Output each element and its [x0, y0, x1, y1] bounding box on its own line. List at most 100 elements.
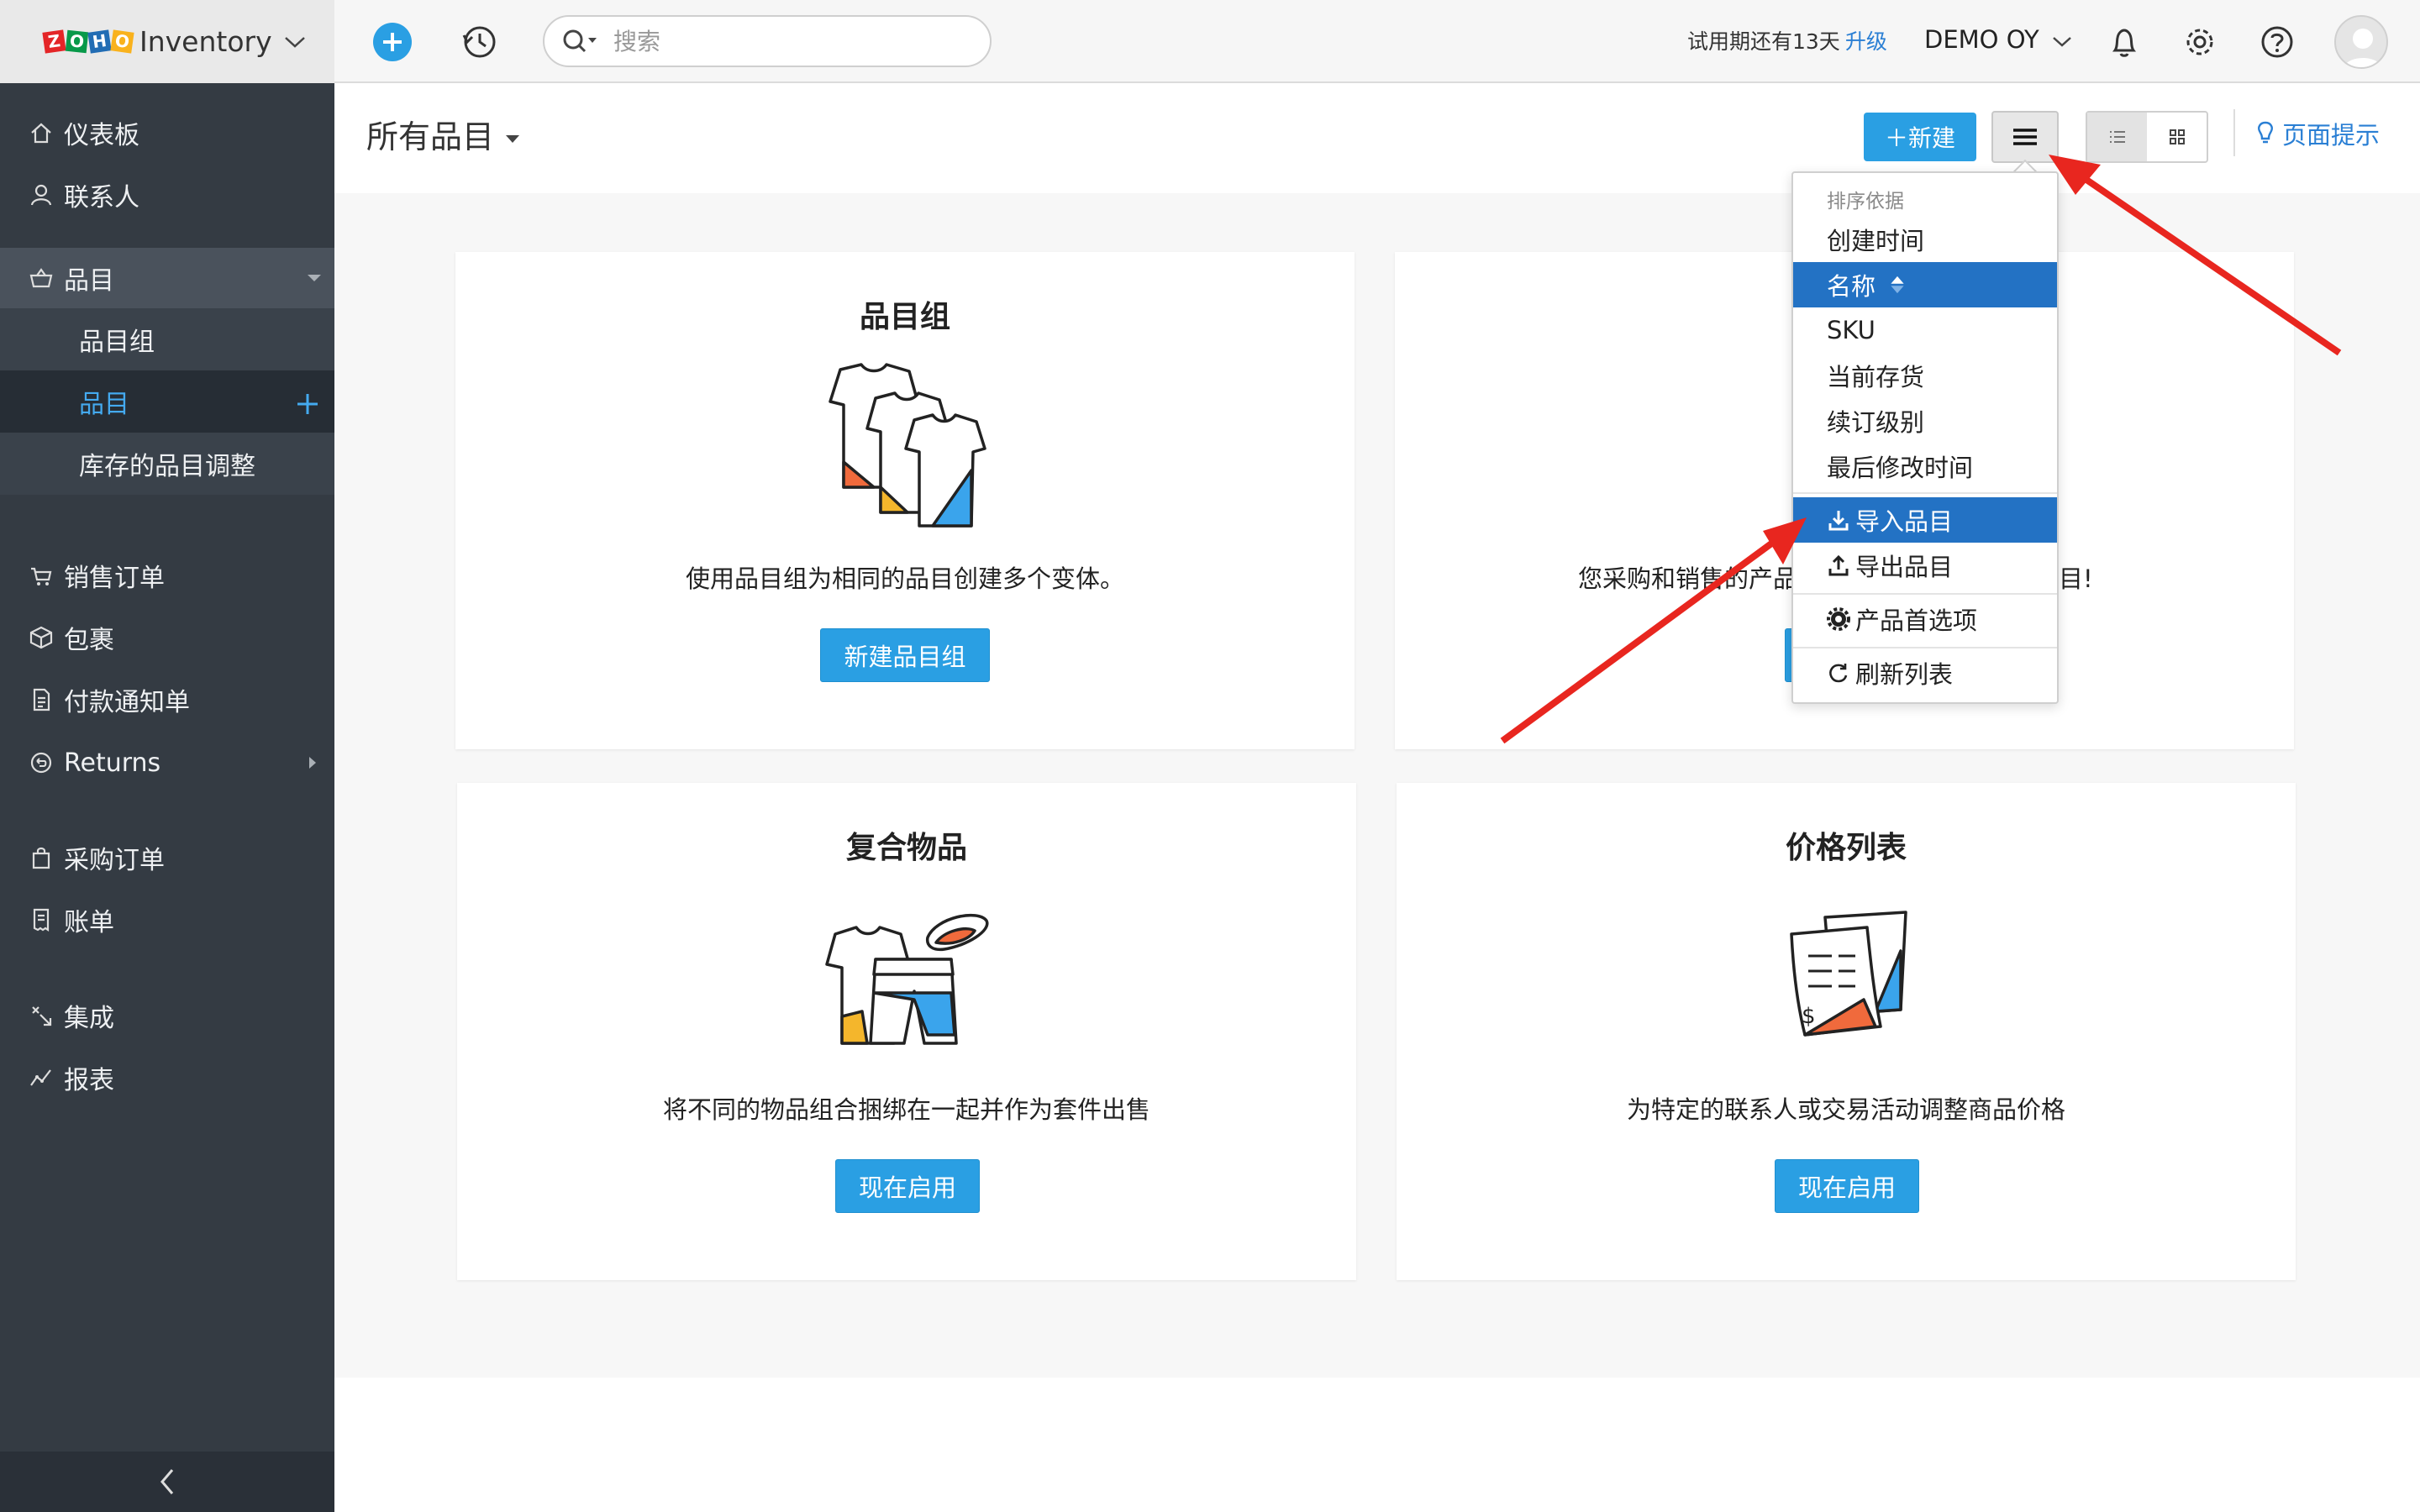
- integration-icon: [32, 1006, 52, 1026]
- gear-icon[interactable]: [2181, 24, 2218, 60]
- grid-view-button[interactable]: [2147, 113, 2207, 161]
- search-bar[interactable]: [543, 15, 992, 67]
- refresh-icon: [1829, 664, 1848, 683]
- plus-icon[interactable]: [296, 392, 319, 416]
- price-list-illustration-icon: $: [1790, 911, 1907, 1037]
- view-toggle: [2086, 111, 2208, 163]
- basket-icon: [29, 268, 53, 288]
- bell-icon[interactable]: [2106, 24, 2143, 60]
- collapse-arrow-icon: [308, 275, 321, 281]
- quick-create-button[interactable]: [373, 23, 412, 61]
- history-icon[interactable]: [460, 24, 497, 60]
- sidebar-item-dashboard[interactable]: 仪表板: [0, 102, 334, 163]
- more-options-button[interactable]: [1991, 111, 2059, 163]
- app-switcher[interactable]: Z O H O Inventory: [0, 0, 334, 83]
- refresh-list-option[interactable]: 刷新列表: [1793, 650, 2057, 696]
- sort-option-name[interactable]: 名称: [1793, 262, 2057, 307]
- bag-icon: [32, 847, 50, 869]
- help-icon[interactable]: [2259, 24, 2296, 60]
- hamburger-icon: [2013, 129, 2037, 145]
- sidebar-item-items[interactable]: 品目: [0, 248, 334, 308]
- sort-by-header: 排序依据: [1827, 191, 1904, 213]
- export-items-option[interactable]: 导出品目: [1793, 543, 2057, 588]
- card-description: 您采购和销售的产品: [1578, 564, 1798, 593]
- search-icon[interactable]: [561, 28, 598, 55]
- menu-divider: [1793, 593, 2057, 595]
- new-item-group-button[interactable]: 新建品目组: [820, 628, 990, 682]
- card-description: 使用品目组为相同的品目创建多个变体。: [685, 564, 1124, 593]
- org-switcher[interactable]: DEMO OY: [1924, 25, 2072, 54]
- sort-option-stock-on-hand[interactable]: 当前存货: [1793, 353, 2057, 398]
- sidebar-subitem-inventory-adjustments[interactable]: 库存的品目调整: [0, 433, 334, 495]
- sidebar-item-bills[interactable]: 账单: [0, 890, 334, 950]
- list-view-button[interactable]: [2087, 113, 2147, 161]
- returns-icon: [30, 752, 52, 774]
- plus-icon: [383, 33, 402, 51]
- trial-text: 试用期还有13天: [1687, 29, 1840, 54]
- sidebar-item-sales-orders[interactable]: 销售订单: [0, 545, 334, 606]
- sidebar-subitem-item-groups[interactable]: 品目组: [0, 308, 334, 370]
- price-lists-card: 价格列表 $ 为特定的联系人或交易活动调整商品价格 现在启用: [1397, 783, 2296, 1280]
- grid-icon: [2169, 129, 2185, 144]
- composite-kit-illustration-icon: [825, 913, 989, 1045]
- import-items-option[interactable]: 导入品目: [1793, 497, 2057, 543]
- trial-notice: 试用期还有13天 升级: [1687, 25, 1887, 55]
- card-title: 价格列表: [1785, 831, 1907, 865]
- sidebar: 仪表板 联系人 品目 品目组 品目 库存的品目调整 销售订单 包裹 付款通知单 …: [0, 83, 334, 1512]
- sort-arrows-icon: [1891, 276, 1904, 294]
- user-icon: [30, 184, 52, 206]
- sidebar-item-returns[interactable]: Returns: [0, 732, 334, 793]
- sidebar-item-reports[interactable]: 报表: [0, 1047, 334, 1108]
- chevron-down-icon: [2053, 37, 2071, 47]
- user-avatar-icon: [2344, 29, 2382, 67]
- caret-down-icon: [506, 135, 520, 143]
- sidebar-item-packages[interactable]: 包裹: [0, 607, 334, 668]
- sort-option-reorder-level[interactable]: 续订级别: [1793, 398, 2057, 444]
- card-description-end: 目!: [2059, 564, 2093, 593]
- menu-divider: [1793, 492, 2057, 494]
- avatar[interactable]: [2334, 15, 2388, 69]
- sidebar-item-contacts[interactable]: 联系人: [0, 165, 334, 225]
- card-title: 品目组: [859, 300, 950, 334]
- shirts-illustration-icon: [829, 363, 986, 528]
- sort-option-last-modified[interactable]: 最后修改时间: [1793, 444, 2057, 489]
- sidebar-item-integrations[interactable]: 集成: [0, 985, 334, 1046]
- chevron-down-icon: [284, 36, 305, 48]
- page-tips-link[interactable]: 页面提示: [2255, 116, 2380, 151]
- sort-option-created-time[interactable]: 创建时间: [1793, 217, 2057, 262]
- sort-option-sku[interactable]: SKU: [1793, 307, 2057, 353]
- bill-icon: [33, 908, 50, 932]
- export-icon: [1828, 554, 1849, 576]
- sidebar-subitem-items[interactable]: 品目: [0, 370, 334, 433]
- card-description: 将不同的物品组合捆绑在一起并作为套件出售: [662, 1095, 1150, 1124]
- enable-composite-items-button[interactable]: 现在启用: [835, 1159, 980, 1213]
- page-title[interactable]: 所有品目: [366, 111, 520, 157]
- reports-icon: [30, 1069, 51, 1086]
- expand-arrow-icon: [309, 757, 316, 769]
- more-options-menu: 排序依据 创建时间 名称 SKU 当前存货 续订级别 最后修改时间 导入品目 导…: [1791, 171, 2059, 704]
- divider: [2233, 109, 2235, 156]
- enable-price-lists-button[interactable]: 现在启用: [1775, 1159, 1919, 1213]
- composite-items-card: 复合物品 将不同的物品组合捆绑在一起并作为套件出售 现在启用: [457, 783, 1356, 1280]
- product-preferences-option[interactable]: 产品首选项: [1793, 596, 2057, 642]
- menu-divider: [1793, 647, 2057, 648]
- invoice-icon: [33, 688, 50, 711]
- dollar-sign-icon: $: [1802, 1004, 1816, 1029]
- chevron-left-icon: [160, 1469, 174, 1494]
- new-item-button[interactable]: ＋新建: [1864, 113, 1976, 161]
- top-bar: Z O H O Inventory 试用期还有13天升级 DEMO OY: [0, 0, 2420, 83]
- lightbulb-icon: [2258, 121, 2273, 144]
- search-input[interactable]: [613, 27, 966, 55]
- sidebar-item-invoices[interactable]: 付款通知单: [0, 669, 334, 730]
- app-name: Inventory: [139, 25, 272, 58]
- upgrade-link[interactable]: 升级: [1845, 29, 1887, 54]
- home-icon: [31, 123, 51, 144]
- card-description: 为特定的联系人或交易活动调整商品价格: [1626, 1095, 2065, 1124]
- collapse-sidebar-button[interactable]: [0, 1452, 334, 1512]
- import-icon: [1828, 511, 1849, 531]
- gear-icon: [1827, 607, 1850, 631]
- list-icon: [2109, 131, 2125, 143]
- cart-icon: [31, 567, 52, 585]
- package-icon: [29, 626, 53, 649]
- sidebar-item-purchase-orders[interactable]: 采购订单: [0, 827, 334, 888]
